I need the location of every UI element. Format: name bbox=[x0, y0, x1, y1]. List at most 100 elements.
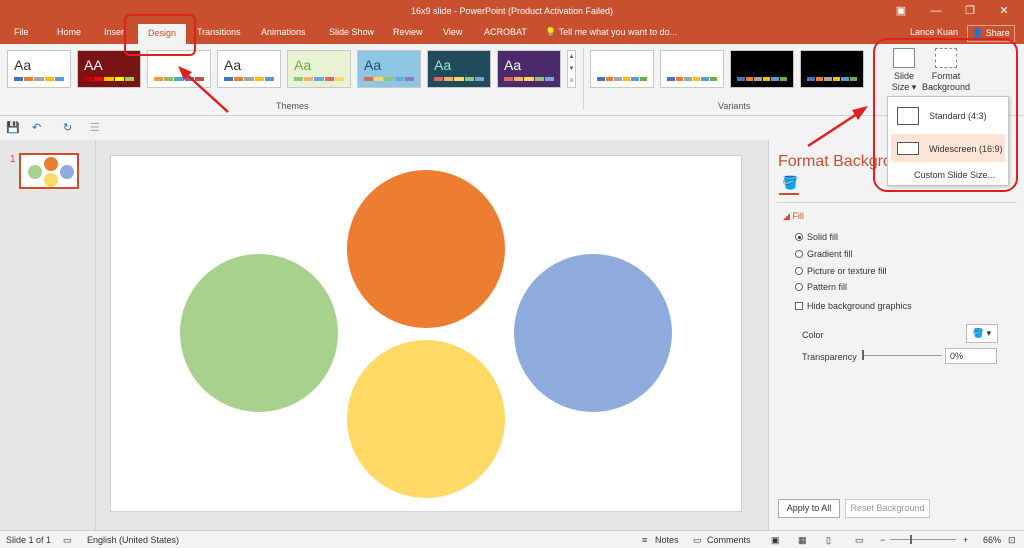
close-icon[interactable]: ✕ bbox=[993, 2, 1015, 20]
redo-icon[interactable]: ↻ bbox=[63, 121, 72, 134]
variant-thumbnail[interactable] bbox=[660, 50, 724, 88]
tab-review[interactable]: Review bbox=[393, 27, 423, 37]
transparency-slider-track[interactable] bbox=[862, 355, 942, 356]
color-swatch bbox=[524, 77, 534, 81]
color-swatch bbox=[605, 77, 613, 81]
thumb-circle-blue bbox=[60, 165, 74, 179]
reset-background-button[interactable]: Reset Background bbox=[845, 499, 930, 518]
hide-background-checkbox[interactable]: Hide background graphics bbox=[795, 301, 912, 311]
color-swatch bbox=[184, 77, 194, 81]
undo-icon[interactable]: ↶ bbox=[32, 121, 41, 134]
circle-orange[interactable] bbox=[347, 170, 505, 328]
theme-thumbnail[interactable]: Aa bbox=[217, 50, 281, 88]
pattern-fill-option[interactable]: Pattern fill bbox=[795, 282, 847, 292]
tab-underline bbox=[779, 193, 799, 195]
gradient-fill-option[interactable]: Gradient fill bbox=[795, 249, 853, 259]
tab-transitions[interactable]: Transitions bbox=[197, 27, 241, 37]
share-label: Share bbox=[985, 28, 1010, 38]
variant-thumbnail[interactable] bbox=[800, 50, 864, 88]
picture-fill-option[interactable]: Picture or texture fill bbox=[795, 266, 887, 276]
theme-thumbnail[interactable]: Aa bbox=[427, 50, 491, 88]
color-swatch bbox=[779, 77, 787, 81]
bullets-icon[interactable]: ☰ bbox=[90, 121, 100, 134]
color-swatch bbox=[434, 77, 444, 81]
variant-thumbnail[interactable] bbox=[590, 50, 654, 88]
fill-section-header[interactable]: ◢ Fill bbox=[783, 211, 804, 222]
reading-view-icon[interactable]: ▯ bbox=[826, 535, 831, 546]
slide[interactable] bbox=[110, 155, 742, 512]
annotation-box-slide-size bbox=[873, 38, 1018, 192]
group-divider bbox=[583, 48, 584, 110]
gradient-fill-label: Gradient fill bbox=[807, 249, 853, 259]
transparency-slider-thumb[interactable] bbox=[862, 350, 864, 360]
ribbon-display-icon[interactable]: ▣ bbox=[890, 2, 912, 20]
theme-sample-text: Aa bbox=[434, 57, 452, 73]
tab-slide-show[interactable]: Slide Show bbox=[329, 27, 374, 37]
color-swatch bbox=[334, 77, 345, 81]
minimize-icon[interactable]: — bbox=[925, 2, 947, 20]
transparency-input[interactable]: 0% bbox=[945, 348, 997, 364]
color-label: Color bbox=[802, 330, 824, 340]
tab-animations[interactable]: Animations bbox=[261, 27, 306, 37]
color-swatch bbox=[737, 77, 745, 81]
comments-button[interactable]: Comments bbox=[707, 535, 751, 545]
fit-to-window-icon[interactable]: ⊡ bbox=[1008, 535, 1016, 546]
checkbox-icon bbox=[795, 302, 803, 310]
color-swatch bbox=[754, 77, 762, 81]
theme-thumbnail[interactable]: Aa bbox=[7, 50, 71, 88]
variant-thumbnail[interactable] bbox=[730, 50, 794, 88]
theme-sample-text: Aa bbox=[224, 57, 242, 73]
user-name[interactable]: Lance Kuan bbox=[910, 27, 958, 37]
transparency-label: Transparency bbox=[802, 352, 857, 362]
paint-bucket-icon[interactable]: 🪣 bbox=[782, 175, 798, 191]
color-swatch bbox=[534, 77, 544, 81]
tab-acrobat[interactable]: ACROBAT bbox=[484, 27, 527, 37]
normal-view-icon[interactable]: ▣ bbox=[771, 535, 780, 546]
color-swatch bbox=[745, 77, 753, 81]
solid-fill-option[interactable]: Solid fill bbox=[795, 232, 838, 242]
language[interactable]: English (United States) bbox=[87, 535, 179, 545]
color-swatch bbox=[364, 77, 374, 81]
theme-sample-text: Aa bbox=[504, 57, 522, 73]
zoom-in-icon[interactable]: + bbox=[963, 535, 968, 545]
color-swatch bbox=[675, 77, 683, 81]
tab-home[interactable]: Home bbox=[57, 27, 81, 37]
color-swatch bbox=[454, 77, 464, 81]
format-background-pane: Format Backgrou 🪣 ◢ Fill Solid fill Grad… bbox=[768, 140, 1024, 530]
color-swatch bbox=[464, 77, 474, 81]
circle-blue[interactable] bbox=[514, 254, 672, 412]
circle-yellow[interactable] bbox=[347, 340, 505, 498]
radio-icon bbox=[795, 283, 803, 291]
collapse-triangle-icon: ◢ bbox=[783, 211, 790, 221]
theme-color-swatches bbox=[84, 77, 135, 81]
slide-thumbnail[interactable] bbox=[19, 153, 79, 189]
zoom-out-icon[interactable]: − bbox=[880, 535, 885, 545]
annotation-box-design-tab bbox=[124, 14, 196, 56]
spell-check-icon[interactable]: ▭ bbox=[63, 535, 72, 546]
tell-me-search[interactable]: 💡 Tell me what you want to do... bbox=[545, 27, 677, 38]
zoom-level[interactable]: 66% bbox=[983, 535, 1001, 545]
theme-color-swatches bbox=[14, 77, 65, 81]
theme-thumbnail[interactable]: Aa bbox=[497, 50, 561, 88]
restore-icon[interactable]: ❐ bbox=[959, 2, 981, 20]
slide-sorter-icon[interactable]: ▦ bbox=[798, 535, 807, 546]
color-swatch bbox=[154, 77, 164, 81]
tab-file[interactable]: File bbox=[14, 27, 29, 37]
chevron-down-icon: ▾ bbox=[986, 328, 992, 338]
theme-thumbnail[interactable]: Aa bbox=[357, 50, 421, 88]
themes-group-label: Themes bbox=[276, 101, 309, 111]
notes-button[interactable]: Notes bbox=[655, 535, 679, 545]
tab-view[interactable]: View bbox=[443, 27, 462, 37]
slide-number: 1 bbox=[10, 154, 16, 165]
apply-to-all-button[interactable]: Apply to All bbox=[778, 499, 840, 518]
radio-icon bbox=[795, 250, 803, 258]
theme-thumbnail[interactable]: Aa bbox=[287, 50, 351, 88]
gallery-scroll[interactable]: ▲ ▼ ≡ bbox=[567, 50, 576, 88]
zoom-slider-thumb[interactable] bbox=[910, 535, 912, 544]
tab-insert[interactable]: Inser bbox=[104, 27, 124, 37]
color-picker-button[interactable]: 🪣 ▾ bbox=[966, 324, 998, 343]
zoom-slider[interactable] bbox=[890, 539, 956, 540]
save-icon[interactable]: 💾 bbox=[6, 121, 20, 134]
circle-green[interactable] bbox=[180, 254, 338, 412]
slideshow-view-icon[interactable]: ▭ bbox=[855, 535, 864, 546]
